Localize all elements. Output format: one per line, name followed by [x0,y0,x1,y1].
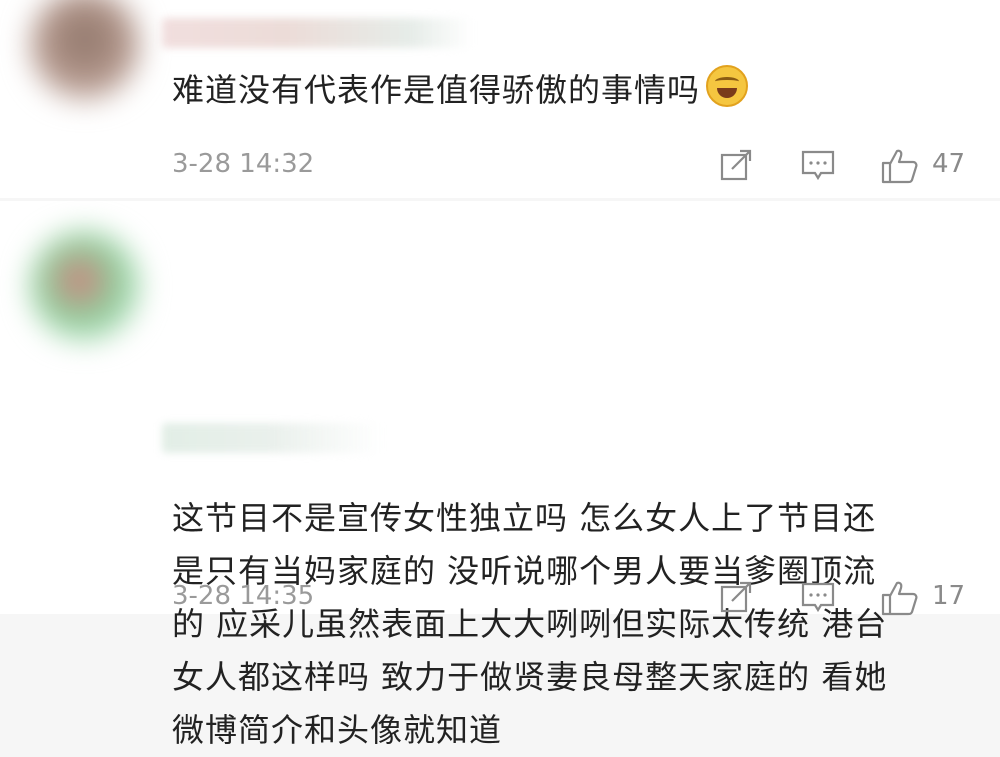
comment-meta: 3-28 14:32 47 [172,145,968,185]
laughing-crying-emoji-icon [706,65,749,107]
timestamp: 3-28 14:32 [172,149,315,179]
comment-meta: 3-28 14:35 17 [172,577,968,617]
share-icon[interactable] [718,147,754,187]
like-count: 17 [932,581,966,611]
comment-line: 这节目不是宣传女性独立吗 怎么女人上了节目还 [172,499,877,537]
comment-line: 女人都这样吗 致力于做贤妻良母整天家庭的 看她 [172,658,888,696]
comment-text-content: 难道没有代表作是值得骄傲的事情吗 [172,71,701,109]
timestamp: 3-28 14:35 [172,581,315,611]
comment-text: 这节目不是宣传女性独立吗 怎么女人上了节目还 是只有当妈家庭的 没听说哪个男人要… [172,492,970,757]
comment-line: 微博简介和头像就知道 [172,711,503,749]
comment-text: 难道没有代表作是值得骄傲的事情吗 [172,64,970,117]
comment-card: 这节目不是宣传女性独立吗 怎么女人上了节目还 是只有当妈家庭的 没听说哪个男人要… [0,201,1000,749]
avatar[interactable] [30,231,140,341]
reply-icon[interactable] [800,579,836,619]
avatar[interactable] [30,0,140,100]
like-count: 47 [932,149,966,179]
comment-card: 难道没有代表作是值得骄傲的事情吗 3-28 14:32 47 [0,0,1000,198]
share-icon[interactable] [718,579,754,619]
reply-icon[interactable] [800,147,836,187]
username-blurred[interactable] [162,18,472,48]
username-blurred[interactable] [162,423,382,453]
like-icon[interactable] [880,579,920,621]
like-icon[interactable] [880,147,920,189]
